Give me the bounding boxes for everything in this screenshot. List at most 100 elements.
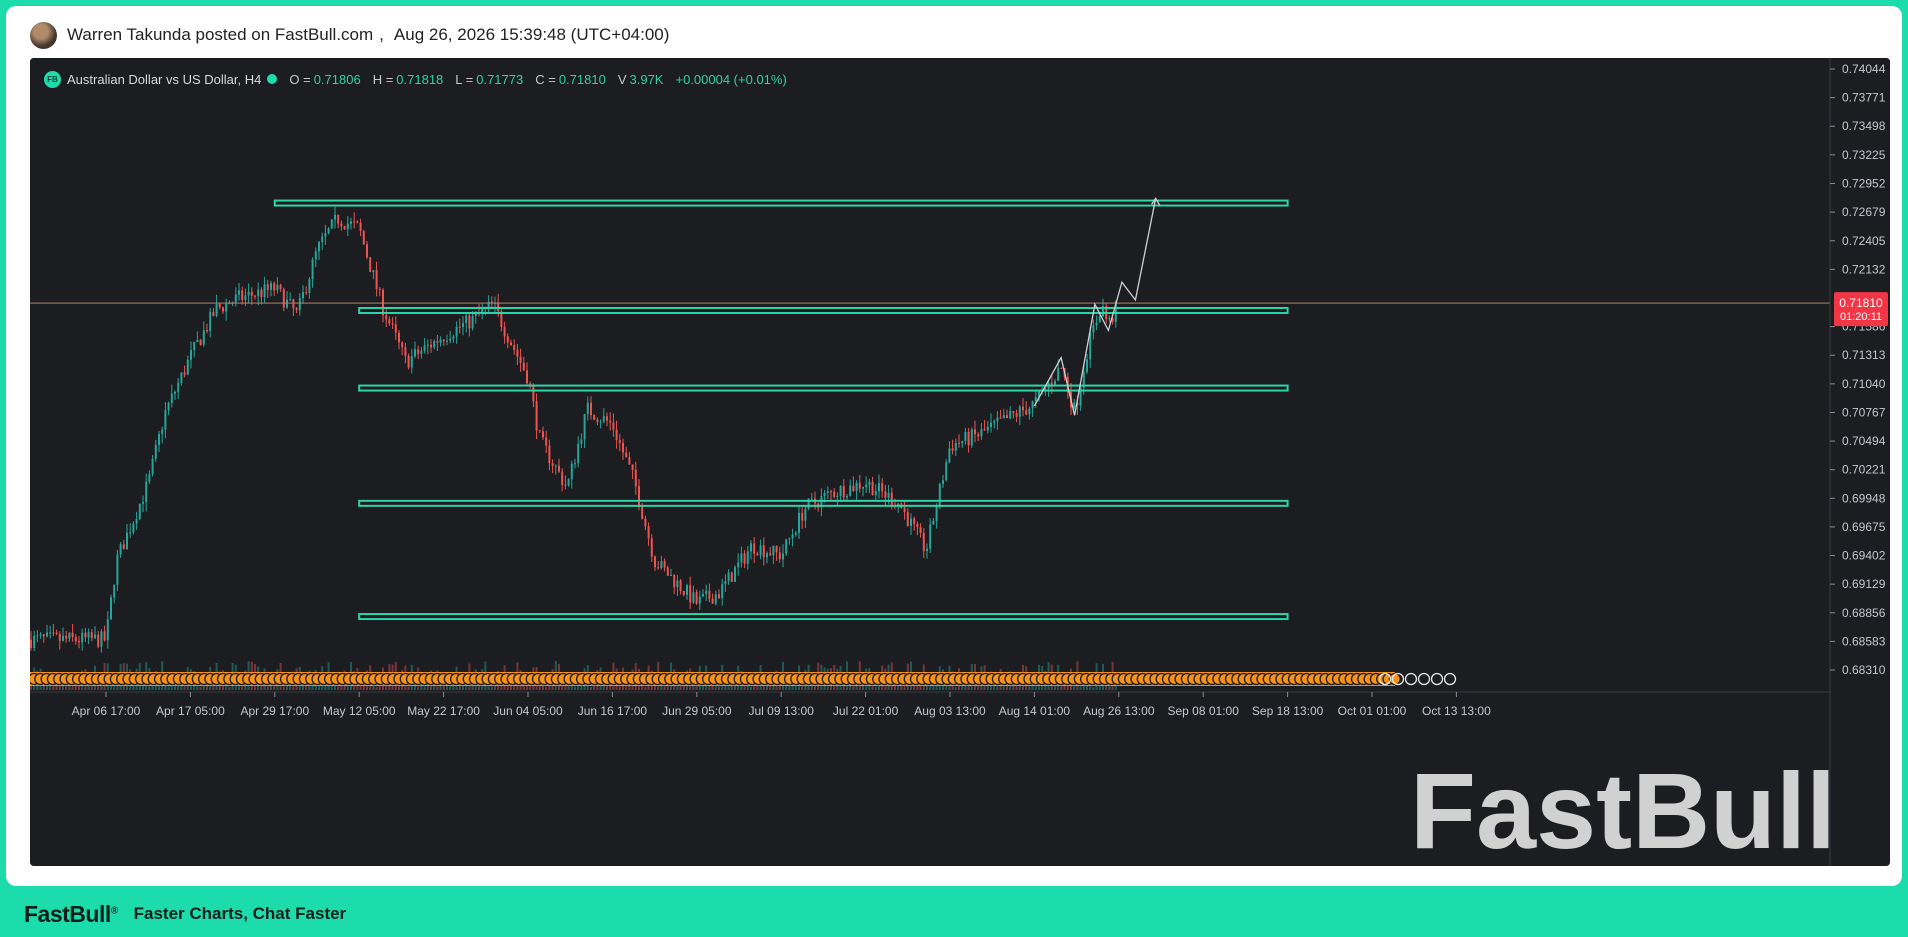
candle-body bbox=[1057, 367, 1060, 381]
candle-body bbox=[542, 431, 544, 438]
candle-body bbox=[804, 508, 807, 521]
event-markers[interactable] bbox=[30, 672, 1457, 686]
candle-body bbox=[356, 221, 359, 223]
candle-body bbox=[606, 416, 608, 421]
candle-body bbox=[84, 632, 87, 638]
volume-bar bbox=[545, 686, 548, 690]
candle-body bbox=[180, 372, 183, 383]
candle-body bbox=[810, 498, 813, 500]
candle-body bbox=[90, 632, 93, 639]
candle-body bbox=[849, 485, 852, 497]
volume-bar bbox=[919, 686, 922, 690]
footer-brand-text: FastBull bbox=[24, 900, 111, 927]
price-chart[interactable]: FastBull 0.74044 0.73771 0.73498 0.73225 0.7… bbox=[30, 58, 1890, 866]
y-tick-label: 0.68856 bbox=[1842, 606, 1886, 620]
market-status-icon bbox=[267, 74, 278, 84]
candle-body bbox=[548, 445, 551, 464]
candle-body bbox=[753, 543, 756, 554]
post-timestamp: Aug 26, 2026 15:39:48 (UTC+04:00) bbox=[393, 25, 670, 44]
candle-body bbox=[337, 214, 340, 224]
candle-body bbox=[974, 429, 976, 435]
candle-body bbox=[945, 462, 948, 481]
footer-tagline: Faster Charts, Chat Faster bbox=[133, 904, 347, 923]
candle-body bbox=[417, 349, 420, 354]
candle-body bbox=[334, 214, 336, 220]
candle-body bbox=[884, 491, 887, 498]
x-tick-label: May 12 05:00 bbox=[323, 704, 396, 718]
candle-body bbox=[110, 597, 112, 620]
candle-body bbox=[628, 457, 631, 465]
candle-body bbox=[452, 336, 455, 339]
candle-body bbox=[167, 402, 170, 411]
candle-body bbox=[257, 289, 260, 297]
candle-body bbox=[711, 598, 714, 604]
candle-body bbox=[954, 442, 957, 451]
candle-body bbox=[407, 355, 410, 368]
candle-body bbox=[980, 429, 983, 437]
candle-body bbox=[52, 632, 55, 634]
y-tick-label: 0.70767 bbox=[1842, 405, 1886, 419]
candle-body bbox=[1009, 411, 1012, 419]
candle-body bbox=[487, 301, 490, 307]
volume-bar bbox=[590, 686, 592, 690]
candle-body bbox=[65, 635, 68, 639]
volume-bar bbox=[478, 686, 480, 690]
x-tick-label: Aug 14 01:00 bbox=[999, 704, 1071, 718]
candle-body bbox=[97, 634, 100, 647]
open-value: 0.71806 bbox=[313, 71, 361, 87]
y-tick-label: 0.69129 bbox=[1842, 577, 1886, 591]
change-value: +0.00004 (+0.01%) bbox=[675, 71, 787, 87]
volume-bar bbox=[407, 686, 410, 690]
candle-body bbox=[958, 442, 960, 444]
candle-body bbox=[135, 519, 138, 524]
symbol-title[interactable]: Australian Dollar vs US Dollar, H4 bbox=[67, 72, 261, 87]
candle-body bbox=[721, 584, 724, 598]
footer-brand-logo[interactable]: FastBull® bbox=[24, 901, 118, 928]
candle-body bbox=[462, 323, 464, 327]
candle-body bbox=[788, 538, 791, 540]
candle-body bbox=[148, 474, 151, 482]
x-tick-label: Jun 29 05:00 bbox=[662, 704, 732, 718]
candle-body bbox=[1108, 318, 1111, 320]
author-avatar[interactable] bbox=[30, 21, 57, 49]
candle-body bbox=[967, 431, 970, 446]
open-label: O = bbox=[289, 71, 311, 87]
candle-body bbox=[385, 315, 388, 320]
candle-body bbox=[58, 633, 61, 641]
candle-body bbox=[321, 236, 324, 242]
candle-body bbox=[996, 417, 999, 422]
candle-body bbox=[36, 635, 39, 637]
candle-body bbox=[766, 553, 768, 558]
candle-body bbox=[42, 634, 45, 637]
candle-body bbox=[660, 561, 663, 569]
candle-body bbox=[990, 422, 992, 427]
volume-bar bbox=[490, 686, 493, 690]
x-tick-label: Oct 01 01:00 bbox=[1338, 704, 1407, 718]
candle-body bbox=[631, 464, 634, 470]
candle-body bbox=[119, 544, 122, 555]
candle-body bbox=[798, 512, 800, 533]
candle-body bbox=[676, 580, 679, 588]
high-value: 0.71818 bbox=[396, 71, 444, 87]
candle-body bbox=[961, 441, 964, 444]
author-line[interactable]: Warren Takunda posted on FastBull.com bbox=[67, 25, 373, 45]
candle-body bbox=[740, 553, 743, 563]
chart-legend: FB Australian Dollar vs US Dollar, H4 O … bbox=[44, 68, 787, 90]
volume-bar bbox=[676, 685, 679, 690]
x-tick-label: Apr 06 17:00 bbox=[72, 704, 141, 718]
y-tick-label: 0.69675 bbox=[1842, 520, 1886, 534]
candle-body bbox=[138, 503, 141, 520]
candle-body bbox=[340, 223, 343, 227]
candle-body bbox=[775, 545, 778, 553]
candle-body bbox=[132, 523, 135, 533]
candle-body bbox=[362, 230, 365, 245]
candle-body bbox=[68, 632, 71, 639]
current-price-value: 0.71810 bbox=[1839, 296, 1883, 310]
chart-panel[interactable]: FastBull 0.74044 0.73771 0.73498 0.73225 0.7… bbox=[30, 58, 1890, 866]
volume-bar bbox=[538, 685, 541, 690]
candle-body bbox=[103, 631, 106, 641]
candle-body bbox=[263, 284, 266, 298]
candle-body bbox=[698, 596, 701, 604]
candle-body bbox=[414, 349, 416, 357]
candle-body bbox=[177, 382, 180, 392]
